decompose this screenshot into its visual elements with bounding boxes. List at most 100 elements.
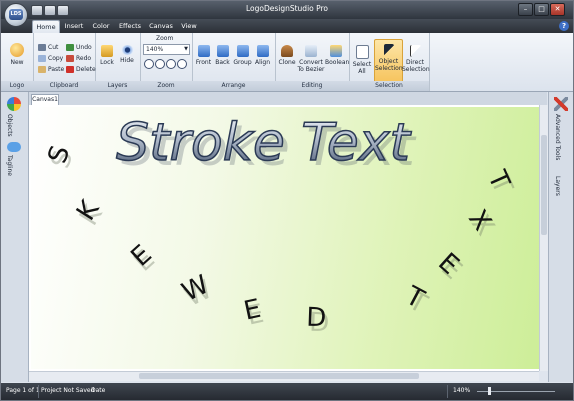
lock-label: Lock bbox=[100, 59, 114, 66]
scissors-icon bbox=[38, 44, 46, 51]
zoom-slider-thumb[interactable] bbox=[488, 387, 491, 395]
delete-label: Delete bbox=[76, 66, 96, 73]
tools-icon[interactable] bbox=[554, 97, 568, 111]
minimize-button[interactable]: – bbox=[518, 3, 533, 16]
group-zoom: Zoom 140% ▼ Zoom bbox=[140, 33, 193, 91]
redo-icon bbox=[66, 55, 74, 62]
boolean-icon bbox=[330, 45, 342, 57]
redo-button[interactable]: Redo bbox=[66, 54, 91, 63]
lock-button[interactable]: Lock bbox=[98, 45, 116, 66]
zoom-status: 140% bbox=[453, 387, 471, 394]
window-title: LogoDesignStudio Pro bbox=[245, 4, 329, 13]
tab-color[interactable]: Color bbox=[89, 20, 113, 33]
eye-icon bbox=[120, 45, 134, 55]
date-status: Date bbox=[91, 387, 106, 394]
zoom-out-icon[interactable] bbox=[155, 59, 165, 69]
objects-icon[interactable] bbox=[7, 97, 21, 111]
paste-button[interactable]: Paste bbox=[38, 65, 64, 74]
lock-icon bbox=[101, 45, 113, 57]
select-all-label-2: All bbox=[358, 68, 366, 75]
align-icon bbox=[256, 45, 269, 57]
back-button[interactable]: Back bbox=[213, 45, 232, 66]
zoom-select-value: 140% bbox=[146, 46, 164, 53]
horizontal-scrollbar[interactable] bbox=[29, 371, 539, 381]
design-canvas[interactable]: Stroke Text Stroke Text SSKKEEWWEEDDTTEE… bbox=[31, 107, 539, 369]
group-button[interactable]: Group bbox=[232, 45, 253, 66]
clone-stamp-icon bbox=[281, 45, 293, 57]
tab-canvas[interactable]: Canvas bbox=[147, 20, 175, 33]
copy-button[interactable]: Copy bbox=[38, 54, 63, 63]
direct-selection-button[interactable]: Direct Selection bbox=[402, 45, 430, 73]
status-bar: Page 1 of 1 Project Not Saved Date 140% bbox=[1, 383, 573, 400]
clone-button[interactable]: Clone bbox=[277, 45, 297, 66]
help-icon[interactable]: ? bbox=[559, 21, 569, 31]
zoom-actual-icon[interactable] bbox=[177, 59, 187, 69]
group-selection: Select All Object Selection Direct Selectio… bbox=[349, 33, 430, 91]
paste-icon bbox=[38, 66, 46, 73]
zoom-select[interactable]: 140% ▼ bbox=[143, 44, 190, 55]
back-label: Back bbox=[215, 59, 230, 66]
group-clipboard: Cut Copy Paste Undo Redo Delete Clipboar… bbox=[33, 33, 96, 91]
logo-icon: LDS bbox=[9, 9, 23, 20]
tab-view[interactable]: View bbox=[178, 20, 200, 33]
stroke-text[interactable]: Stroke Text bbox=[115, 112, 412, 174]
layers-tab[interactable]: Layers bbox=[554, 176, 561, 196]
ribbon: New Logo Cut Copy Paste Undo Redo Delete… bbox=[1, 33, 573, 92]
cut-label: Cut bbox=[48, 44, 59, 51]
object-sel-label-1: Object bbox=[378, 58, 399, 65]
canvas-artwork: Stroke Text Stroke Text SSKKEEWWEE DD TTEE… bbox=[43, 112, 519, 338]
ribbon-tabs: Home Insert Color Effects Canvas View ? bbox=[1, 19, 573, 34]
project-status: Project Not Saved bbox=[41, 387, 95, 394]
front-label: Front bbox=[195, 59, 212, 66]
horizontal-scroll-thumb[interactable] bbox=[139, 373, 419, 379]
title-bar: LogoDesignStudio Pro – □ ✕ bbox=[1, 1, 573, 19]
tab-effects[interactable]: Effects bbox=[116, 20, 144, 33]
tagline-tab[interactable]: Tagline bbox=[6, 155, 13, 176]
page-indicator: Page 1 of 1 bbox=[6, 387, 40, 394]
select-all-icon bbox=[355, 45, 369, 59]
cut-button[interactable]: Cut bbox=[38, 43, 58, 52]
delete-button[interactable]: Delete bbox=[66, 65, 96, 74]
status-divider bbox=[38, 385, 39, 398]
tab-insert[interactable]: Insert bbox=[61, 20, 87, 33]
align-button[interactable]: Align bbox=[253, 45, 272, 66]
front-button[interactable]: Front bbox=[194, 45, 213, 66]
group-logo-label: Logo bbox=[1, 81, 33, 91]
tab-canvas1[interactable]: Canvas1 bbox=[31, 94, 59, 105]
select-all-button[interactable]: Select All bbox=[351, 45, 373, 75]
group-logo: New Logo bbox=[1, 33, 34, 91]
object-selection-button[interactable]: Object Selection bbox=[374, 39, 403, 85]
object-sel-label-2: Selection bbox=[375, 65, 403, 72]
direct-sel-label-1: Direct bbox=[406, 59, 424, 66]
boolean-button[interactable]: Boolean bbox=[325, 45, 350, 66]
arrow-pointer-icon bbox=[383, 44, 394, 56]
undo-icon bbox=[66, 44, 74, 51]
select-all-label-1: Select bbox=[352, 61, 372, 68]
zoom-fit-icon[interactable] bbox=[166, 59, 176, 69]
group-label-text: Group bbox=[233, 59, 252, 66]
undo-button[interactable]: Undo bbox=[66, 43, 92, 52]
group-layers-label: Layers bbox=[95, 81, 140, 91]
undo-label: Undo bbox=[76, 44, 92, 51]
tagline-icon[interactable] bbox=[7, 142, 21, 152]
advanced-tools-tab[interactable]: Advanced Tools bbox=[554, 114, 561, 160]
maximize-button[interactable]: □ bbox=[534, 3, 549, 16]
boolean-label: Boolean bbox=[325, 59, 350, 66]
group-selection-label: Selection bbox=[349, 81, 429, 91]
vertical-scrollbar[interactable] bbox=[539, 105, 548, 371]
vertical-scroll-thumb[interactable] bbox=[541, 135, 547, 235]
objects-tab[interactable]: Objects bbox=[6, 114, 13, 137]
tab-home[interactable]: Home bbox=[32, 20, 60, 34]
new-button[interactable]: New bbox=[7, 43, 27, 66]
left-panel: Objects Tagline bbox=[1, 92, 29, 382]
close-button[interactable]: ✕ bbox=[550, 3, 565, 16]
hide-button[interactable]: Hide bbox=[118, 45, 136, 64]
align-label: Align bbox=[254, 59, 271, 66]
bezier-icon bbox=[305, 45, 317, 57]
app-menu-button[interactable]: LDS bbox=[4, 3, 28, 27]
zoom-in-icon[interactable] bbox=[144, 59, 154, 69]
redo-label: Redo bbox=[76, 55, 92, 62]
group-arrange: Front Back Group Align Arrange bbox=[192, 33, 276, 91]
convert-bezier-button[interactable]: Convert To Bezier bbox=[297, 45, 325, 73]
document-tabs: Canvas1 bbox=[29, 92, 547, 105]
